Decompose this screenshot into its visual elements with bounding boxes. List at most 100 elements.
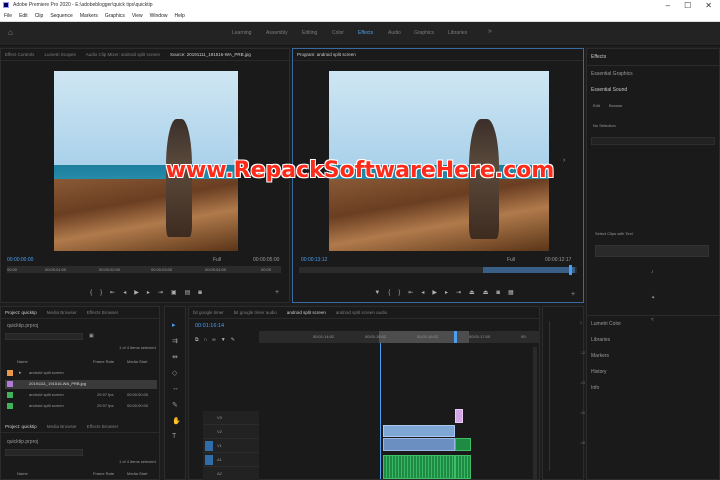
go-to-out-icon[interactable]: ⇥ (158, 289, 163, 296)
markers-item[interactable]: Markers (591, 353, 609, 359)
list-item[interactable]: ▸ android split screen (5, 369, 157, 378)
tab-lumetri-scopes[interactable]: Lumetri Scopes (44, 52, 75, 57)
more-workspaces-icon[interactable]: » (488, 28, 492, 35)
nest-icon[interactable]: ⧉ (195, 337, 199, 343)
program-add-button-icon[interactable]: + (571, 291, 575, 298)
timeline-vertical-scrollbar[interactable] (533, 347, 537, 479)
program-ruler[interactable] (299, 265, 577, 275)
essential-graphics-item[interactable]: Essential Graphics (591, 71, 633, 77)
workspace-libraries[interactable]: Libraries (448, 30, 467, 36)
comparison-view-icon[interactable]: ▦ (508, 289, 514, 296)
menu-help[interactable]: Help (174, 13, 184, 19)
audio-clip-a1[interactable] (383, 455, 455, 479)
list-item[interactable]: 20191111_191516-WA_PRB.jpg (5, 380, 157, 389)
info-item[interactable]: Info (591, 385, 599, 391)
linked-selection-icon[interactable]: ∞ (212, 337, 216, 343)
column-name-2[interactable]: Name (17, 471, 28, 476)
play-icon[interactable]: ▶ (134, 289, 139, 296)
prog-go-to-in-icon[interactable]: ⇤ (408, 289, 413, 296)
program-playhead[interactable] (569, 265, 572, 275)
mark-out-icon[interactable]: } (100, 290, 102, 296)
list-item[interactable]: android split screen 29.97 fps 00:00:00:… (5, 391, 157, 400)
essential-sound-item[interactable]: Essential Sound (591, 87, 627, 93)
tab-effects-browser-2[interactable]: Effects Browser (87, 424, 118, 429)
track-header-v3[interactable]: V3 (203, 411, 259, 425)
project-search-input[interactable] (5, 333, 83, 340)
prog-go-to-out-icon[interactable]: ⇥ (456, 289, 461, 296)
workspace-audio[interactable]: Audio (388, 30, 401, 36)
tab-audio-clip-mixer[interactable]: Audio Clip Mixer: android split screen (86, 52, 160, 57)
pen-tool-icon[interactable]: ✎ (172, 401, 178, 409)
track-select-tool-icon[interactable]: ⇉ (172, 337, 178, 345)
new-bin-icon[interactable]: ▣ (89, 333, 94, 339)
ambience-type-icon[interactable]: ≈ (651, 317, 654, 323)
edit-subtab[interactable]: Edit (593, 103, 600, 108)
column-media-start-2[interactable]: Media Start (127, 471, 147, 476)
tab-media-browser[interactable]: Media Browser (47, 310, 77, 315)
track-header-a1[interactable]: A1 (203, 453, 259, 467)
workspace-editing[interactable]: Editing (302, 30, 317, 36)
menu-edit[interactable]: Edit (19, 13, 28, 19)
menu-file[interactable]: File (4, 13, 12, 19)
source-ruler[interactable]: 00:00 00:00:01:00 00:00:02:00 00:00:03:0… (7, 266, 281, 273)
overwrite-icon[interactable]: ▤ (185, 289, 191, 296)
program-fit-select[interactable]: Full (507, 257, 515, 263)
tab-program[interactable]: Program: android split screen (297, 52, 356, 57)
preset-dropdown[interactable] (591, 137, 715, 145)
tab-project[interactable]: Project: quicktip (5, 310, 37, 315)
step-back-icon[interactable]: ◂ (123, 289, 126, 296)
workspace-graphics[interactable]: Graphics (414, 30, 434, 36)
timeline-playhead[interactable] (454, 331, 457, 343)
slip-tool-icon[interactable]: ↔ (172, 385, 179, 392)
column-name[interactable]: Name (17, 359, 28, 364)
menu-graphics[interactable]: Graphics (105, 13, 125, 19)
source-patch-v1[interactable] (205, 441, 213, 451)
track-header-a2[interactable]: A2 (203, 467, 259, 480)
tab-effect-controls[interactable]: Effect Controls (5, 52, 34, 57)
music-type-icon[interactable]: ♪ (651, 269, 654, 275)
sfx-type-icon[interactable]: ✦ (651, 295, 655, 301)
go-to-in-icon[interactable]: ⇤ (110, 289, 115, 296)
tab-project-2[interactable]: Project: quicktip (5, 424, 37, 429)
add-marker-timeline-icon[interactable]: ▼ (221, 337, 226, 343)
add-marker-icon[interactable]: ▼ (374, 290, 380, 296)
mark-in-icon[interactable]: { (90, 290, 92, 296)
menu-clip[interactable]: Clip (35, 13, 44, 19)
insert-icon[interactable]: ▣ (171, 289, 177, 296)
type-buttons-row[interactable] (595, 245, 709, 257)
tab-sequence-1[interactable]: bit google timer (193, 310, 224, 315)
export-frame-icon[interactable]: ◙ (198, 290, 202, 296)
video-clip-v2[interactable] (383, 425, 455, 437)
prog-play-icon[interactable]: ▶ (432, 289, 437, 296)
source-add-button-icon[interactable]: + (275, 289, 279, 296)
column-media-start[interactable]: Media Start (127, 359, 147, 364)
track-header-v1[interactable]: V1 (203, 439, 259, 453)
tab-sequence-2[interactable]: bit google timer audio (234, 310, 277, 315)
prog-mark-in-icon[interactable]: { (388, 290, 390, 296)
workspace-learning[interactable]: Learning (232, 30, 251, 36)
menu-sequence[interactable]: Sequence (50, 13, 73, 19)
effects-panel-title[interactable]: Effects (591, 54, 606, 60)
source-patch-a1[interactable] (205, 455, 213, 465)
home-icon[interactable]: ⌂ (8, 29, 16, 37)
selection-tool-icon[interactable]: ▸ (172, 321, 176, 329)
audio-clip-a1-b[interactable] (455, 455, 471, 479)
tab-sequence-3[interactable]: android split screen (287, 310, 326, 315)
list-item[interactable]: android split screen 29.97 fps 00:00:00:… (5, 402, 157, 411)
column-frame-rate[interactable]: Frame Rate (93, 359, 114, 364)
track-header-v2[interactable]: V2 (203, 425, 259, 439)
column-frame-rate-2[interactable]: Frame Rate (93, 471, 114, 476)
tab-media-browser-2[interactable]: Media Browser (47, 424, 77, 429)
timeline-settings-icon[interactable]: ✎ (231, 337, 235, 343)
type-tool-icon[interactable]: T (172, 433, 176, 440)
hand-tool-icon[interactable]: ✋ (172, 417, 181, 425)
menu-view[interactable]: View (132, 13, 143, 19)
source-fit-select[interactable]: Full (213, 257, 221, 263)
timeline-timecode[interactable]: 00:01:16:14 (195, 323, 224, 329)
project-search-input-2[interactable] (5, 449, 83, 456)
browse-subtab[interactable]: Browse (609, 103, 622, 108)
history-item[interactable]: History (591, 369, 607, 375)
minimize-button[interactable]: – (666, 1, 670, 10)
libraries-item[interactable]: Libraries (591, 337, 610, 343)
prog-mark-out-icon[interactable]: } (398, 290, 400, 296)
